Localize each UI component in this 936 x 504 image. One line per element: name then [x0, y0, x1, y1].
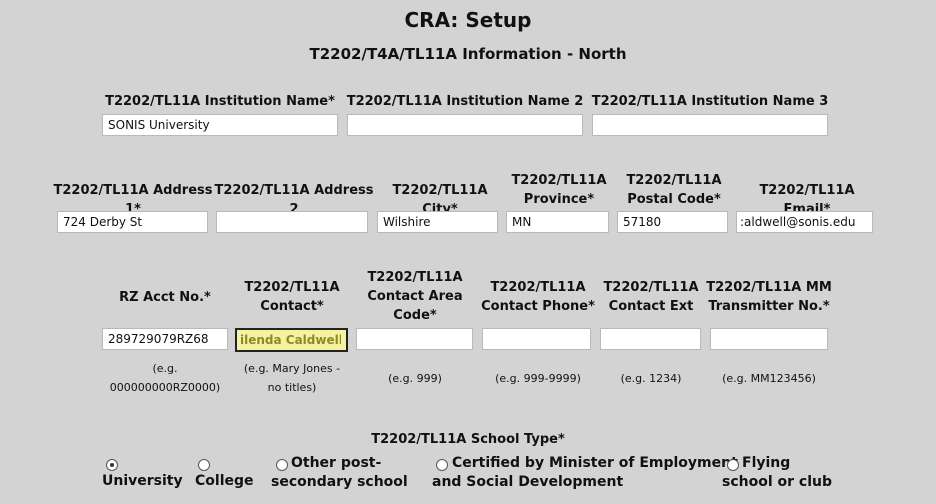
- school-type-option-label-line-2: and Social Development: [432, 474, 624, 490]
- institution-name-2-label: T2202/TL11A Institution Name 2: [346, 94, 584, 109]
- province-label-line-2: Province*: [523, 192, 595, 207]
- contact-phone-label: T2202/TL11A Contact Phone*: [478, 278, 598, 316]
- page-subtitle: T2202/T4A/TL11A Information - North: [309, 45, 627, 63]
- contact-hint-line-2: no titles): [267, 381, 317, 394]
- school-type-option-flying[interactable]: Flying school or club: [722, 454, 832, 494]
- province-input[interactable]: [506, 211, 609, 233]
- mm-transmitter-hint: (e.g. MM123456): [722, 372, 816, 385]
- mm-transmitter-label: T2202/TL11A MM Transmitter No.*: [706, 278, 832, 316]
- province-label-line-1: T2202/TL11A: [511, 173, 607, 188]
- area-code-label-line-2: Contact Area: [367, 289, 463, 304]
- contact-label-line-2: Contact*: [260, 299, 324, 314]
- contact-input[interactable]: [235, 328, 348, 352]
- school-type-option-certified[interactable]: Certified by Minister of Employment and …: [432, 454, 738, 494]
- school-type-label: T2202/TL11A School Type*: [371, 432, 565, 447]
- address-2-input[interactable]: [216, 211, 368, 233]
- institution-name-3-input[interactable]: [592, 114, 828, 136]
- school-type-radio-college[interactable]: [198, 459, 210, 471]
- school-type-option-other-post-secondary[interactable]: Other post- secondary school: [271, 454, 408, 494]
- contact-hint: (e.g. Mary Jones - no titles): [232, 359, 352, 397]
- rz-acct-input[interactable]: [102, 328, 228, 350]
- mm-transmitter-input[interactable]: [710, 328, 828, 350]
- contact-ext-label-line-2: Contact Ext: [608, 299, 694, 314]
- school-type-radio-university[interactable]: [106, 459, 118, 471]
- contact-hint-line-1: (e.g. Mary Jones -: [243, 362, 341, 375]
- rz-acct-hint-line-2: 000000000RZ0000): [109, 381, 221, 394]
- page-title: CRA: Setup: [404, 8, 532, 32]
- school-type-option-label: University: [102, 473, 183, 489]
- school-type-option-label-line-2: secondary school: [271, 474, 408, 490]
- postal-code-label-line-2: Postal Code*: [627, 192, 721, 207]
- address-1-input[interactable]: [57, 211, 208, 233]
- school-type-radio-other-post-secondary[interactable]: [276, 459, 288, 471]
- area-code-label-line-1: T2202/TL11A: [367, 270, 463, 285]
- institution-name-2-input[interactable]: [347, 114, 583, 136]
- contact-phone-label-line-1: T2202/TL11A: [490, 280, 586, 295]
- postal-code-label-line-1: T2202/TL11A: [626, 173, 722, 188]
- city-input[interactable]: [377, 211, 498, 233]
- institution-name-3-label: T2202/TL11A Institution Name 3: [591, 94, 829, 109]
- contact-ext-input[interactable]: [600, 328, 701, 350]
- institution-name-input[interactable]: [102, 114, 338, 136]
- school-type-option-label: College: [195, 473, 254, 489]
- institution-name-label: T2202/TL11A Institution Name*: [105, 94, 335, 109]
- postal-code-input[interactable]: [617, 211, 728, 233]
- school-type-radio-flying[interactable]: [727, 459, 739, 471]
- contact-ext-label: T2202/TL11A Contact Ext: [597, 278, 705, 316]
- area-code-input[interactable]: [356, 328, 473, 350]
- school-type-option-college[interactable]: College: [194, 455, 264, 495]
- email-input[interactable]: [736, 211, 873, 233]
- rz-acct-hint: (e.g. 000000000RZ0000): [95, 359, 235, 397]
- school-type-option-university[interactable]: University: [102, 455, 202, 495]
- mm-transmitter-label-line-2: Transmitter No.*: [708, 299, 830, 314]
- contact-ext-label-line-1: T2202/TL11A: [603, 280, 699, 295]
- rz-acct-hint-line-1: (e.g.: [152, 362, 178, 375]
- contact-phone-label-line-2: Contact Phone*: [481, 299, 595, 314]
- contact-label: T2202/TL11A Contact*: [232, 278, 352, 316]
- postal-code-label: T2202/TL11A Postal Code*: [615, 171, 733, 209]
- mm-transmitter-label-line-1: T2202/TL11A MM: [706, 280, 832, 295]
- school-type-option-label-line-1: Certified by Minister of Employment: [452, 455, 738, 471]
- contact-ext-hint: (e.g. 1234): [620, 372, 682, 385]
- contact-phone-input[interactable]: [482, 328, 591, 350]
- area-code-label: T2202/TL11A Contact Area Code*: [352, 268, 478, 325]
- area-code-label-line-3: Code*: [393, 308, 437, 323]
- school-type-option-label-line-2: school or club: [722, 474, 832, 490]
- area-code-hint: (e.g. 999): [388, 372, 442, 385]
- school-type-option-label-line-1: Flying: [742, 455, 791, 471]
- school-type-radio-certified[interactable]: [436, 459, 448, 471]
- contact-label-line-1: T2202/TL11A: [244, 280, 340, 295]
- province-label: T2202/TL11A Province*: [503, 171, 615, 209]
- contact-phone-hint: (e.g. 999-9999): [495, 372, 581, 385]
- school-type-option-label-line-1: Other post-: [291, 455, 382, 471]
- rz-acct-label: RZ Acct No.*: [119, 290, 211, 305]
